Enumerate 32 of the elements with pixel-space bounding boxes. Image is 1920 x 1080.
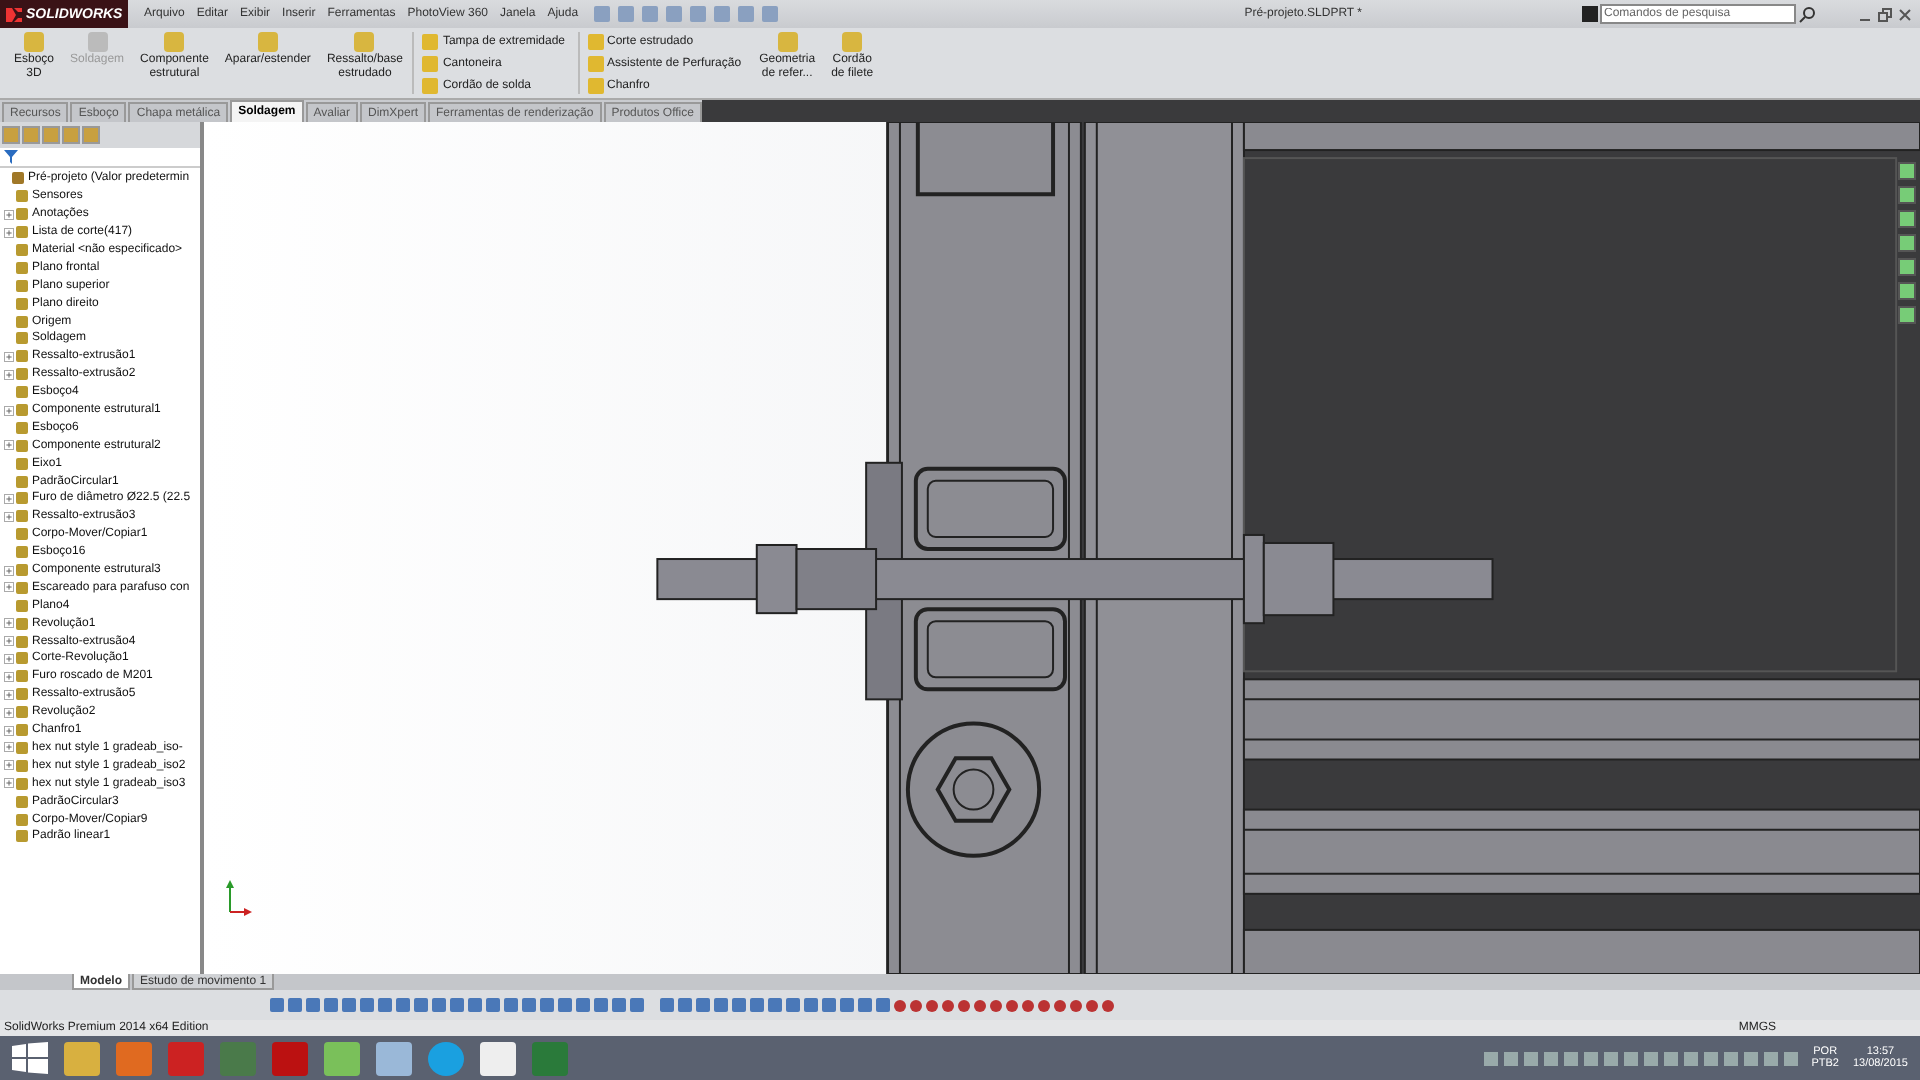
expand-icon[interactable] bbox=[4, 405, 14, 416]
close-icon[interactable] bbox=[1898, 7, 1912, 21]
expand-icon[interactable] bbox=[4, 227, 14, 238]
search-icon[interactable] bbox=[1798, 5, 1816, 23]
restore-icon[interactable] bbox=[1878, 7, 1892, 21]
expand-icon[interactable] bbox=[4, 725, 14, 736]
taskbar-app-icon[interactable] bbox=[376, 1041, 412, 1075]
expand-icon[interactable] bbox=[4, 636, 14, 647]
taskbar-app-icon[interactable] bbox=[480, 1041, 516, 1075]
expand-icon[interactable] bbox=[4, 369, 14, 380]
expand-icon[interactable] bbox=[4, 511, 14, 522]
taskbar-app-icon[interactable] bbox=[64, 1041, 100, 1075]
expand-icon[interactable] bbox=[4, 440, 14, 451]
expand-icon[interactable] bbox=[4, 618, 14, 629]
expand-icon[interactable] bbox=[4, 778, 14, 789]
command-icon bbox=[1582, 6, 1598, 22]
logo-icon bbox=[6, 7, 22, 21]
axis-triad-icon bbox=[224, 878, 252, 918]
expand-icon[interactable] bbox=[4, 565, 14, 576]
taskbar-app-icon[interactable] bbox=[324, 1041, 360, 1075]
part-icon bbox=[12, 172, 24, 185]
expand-icon[interactable] bbox=[4, 671, 14, 682]
expand-icon[interactable] bbox=[4, 707, 14, 718]
expand-icon[interactable] bbox=[4, 689, 14, 700]
expand-icon[interactable] bbox=[4, 351, 14, 362]
expand-icon[interactable] bbox=[4, 742, 14, 753]
windows-logo-icon[interactable] bbox=[12, 1042, 48, 1074]
expand-icon[interactable] bbox=[4, 760, 14, 771]
expand-icon[interactable] bbox=[4, 209, 14, 220]
expand-icon[interactable] bbox=[4, 653, 14, 664]
expand-icon[interactable] bbox=[4, 493, 14, 504]
expand-icon[interactable] bbox=[4, 582, 14, 593]
